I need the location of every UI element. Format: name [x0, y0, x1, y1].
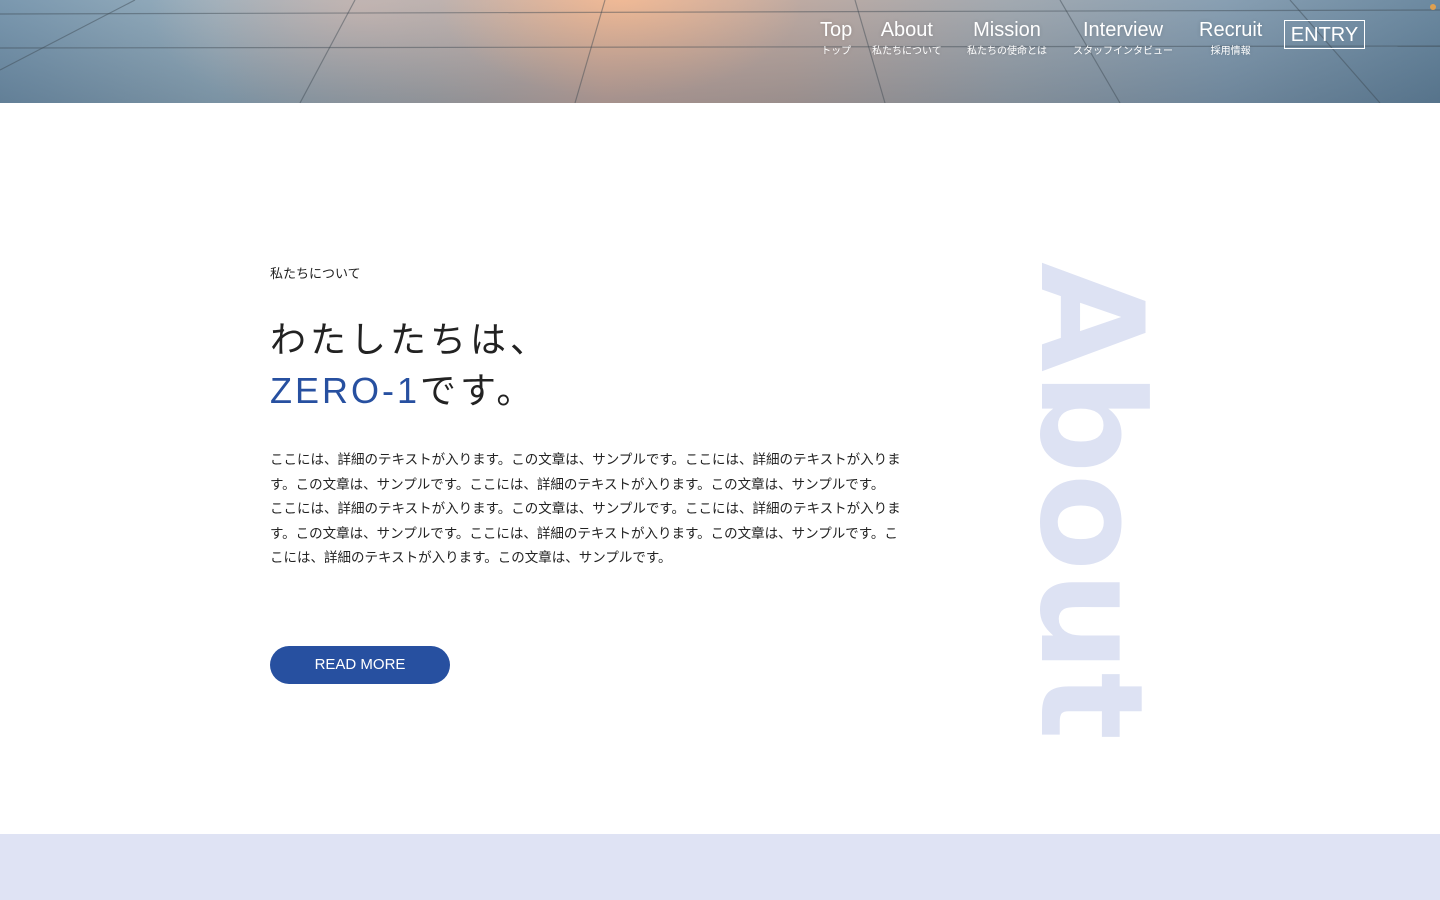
about-watermark-text: About [1008, 262, 1173, 741]
about-paragraph-2: ここには、詳細のテキストが入ります。この文章は、サンプルです。ここには、詳細のテ… [270, 501, 901, 567]
section-label: 私たちについて [270, 267, 361, 282]
nav-item-recruit[interactable]: Recruit 採用情報 [1199, 18, 1262, 59]
nav-item-interview-sublabel: スタッフインタビュー [1073, 46, 1173, 57]
about-paragraph-1: ここには、詳細のテキストが入ります。この文章は、サンプルです。ここには、詳細のテ… [270, 452, 901, 493]
status-dot [1430, 4, 1436, 10]
nav-item-interview-label: Interview [1082, 19, 1164, 41]
about-watermark: About [1008, 262, 1173, 741]
nav-item-about[interactable]: About 私たちについて [872, 18, 942, 59]
about-headline: わたしたちは、 ZERO-1です。 [270, 316, 550, 417]
read-more-button[interactable]: READ MORE [270, 646, 450, 684]
nav-item-about-label: About [880, 19, 933, 41]
headline-line1: わたしたちは、 [270, 320, 551, 361]
next-section-band [0, 834, 1440, 900]
headline-brand: ZERO-1 [270, 370, 421, 411]
nav-item-interview[interactable]: Interview スタッフインタビュー [1073, 18, 1173, 59]
nav-item-top-sublabel: トップ [821, 46, 852, 57]
nav-item-mission[interactable]: Mission 私たちの使命とは [967, 18, 1047, 59]
entry-button[interactable]: ENTRY [1284, 20, 1365, 49]
about-body: ここには、詳細のテキストが入ります。この文章は、サンプルです。ここには、詳細のテ… [270, 448, 910, 571]
nav-item-mission-label: Mission [973, 19, 1041, 41]
hero-banner: Top トップ About 私たちについて Mission 私たちの使命とは I… [0, 0, 1440, 103]
headline-suffix: です。 [420, 371, 537, 412]
nav-item-recruit-label: Recruit [1199, 19, 1263, 41]
nav-item-recruit-sublabel: 採用情報 [1210, 46, 1251, 57]
nav-item-about-sublabel: 私たちについて [872, 46, 942, 57]
page: Top トップ About 私たちについて Mission 私たちの使命とは I… [0, 0, 1440, 900]
nav-item-mission-sublabel: 私たちの使命とは [967, 46, 1047, 57]
nav-item-top-label: Top [820, 19, 853, 41]
nav-item-top[interactable]: Top トップ [820, 18, 852, 59]
